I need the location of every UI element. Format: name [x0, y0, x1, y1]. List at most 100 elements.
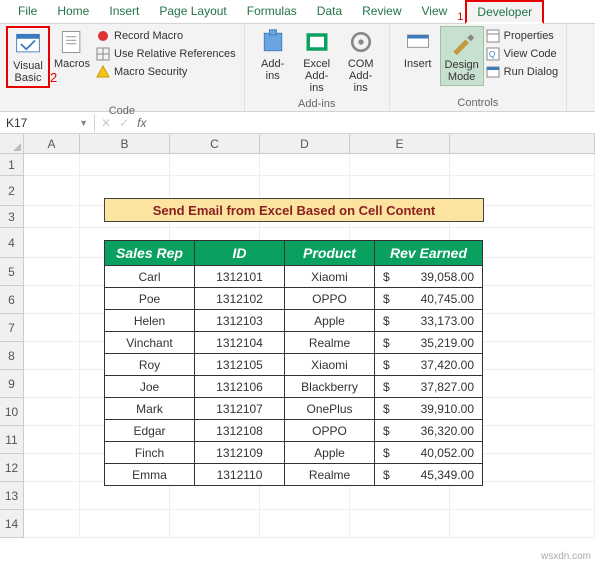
cell-product[interactable]: OPPO — [285, 288, 375, 310]
cell[interactable] — [24, 398, 80, 426]
row-header-13[interactable]: 13 — [0, 482, 24, 510]
cell-id[interactable]: 1312104 — [195, 332, 285, 354]
tab-view[interactable]: View — [412, 1, 458, 23]
run-dialog-button[interactable]: Run Dialog — [484, 64, 560, 80]
cell[interactable] — [350, 482, 450, 510]
row-header-12[interactable]: 12 — [0, 454, 24, 482]
cell-product[interactable]: Apple — [285, 310, 375, 332]
tab-pagelayout[interactable]: Page Layout — [149, 1, 236, 23]
row-header-6[interactable]: 6 — [0, 286, 24, 314]
cell[interactable] — [80, 154, 170, 176]
cell[interactable] — [350, 154, 450, 176]
cell[interactable] — [170, 154, 260, 176]
cell-rep[interactable]: Poe — [105, 288, 195, 310]
cell-id[interactable]: 1312101 — [195, 266, 285, 288]
tab-formulas[interactable]: Formulas — [237, 1, 307, 23]
macro-security-button[interactable]: Macro Security — [94, 64, 238, 80]
cell[interactable] — [450, 154, 595, 176]
cell[interactable] — [260, 482, 350, 510]
row-header-14[interactable]: 14 — [0, 510, 24, 538]
cell-id[interactable]: 1312109 — [195, 442, 285, 464]
cell-rev[interactable]: $40,745.00 — [375, 288, 483, 310]
chevron-down-icon[interactable]: ▼ — [79, 118, 88, 128]
cell[interactable] — [170, 482, 260, 510]
cancel-formula-icon[interactable]: ✕ — [101, 116, 111, 130]
tab-home[interactable]: Home — [47, 1, 99, 23]
tab-developer[interactable]: Developer — [465, 0, 544, 24]
select-all-corner[interactable] — [0, 134, 24, 154]
cell[interactable] — [450, 510, 595, 538]
cell[interactable] — [80, 510, 170, 538]
excel-addins-button[interactable]: Excel Add-ins — [295, 26, 339, 96]
properties-button[interactable]: Properties — [484, 28, 560, 44]
row-header-4[interactable]: 4 — [0, 228, 24, 258]
cell-product[interactable]: Xiaomi — [285, 354, 375, 376]
cell[interactable] — [260, 154, 350, 176]
row-header-7[interactable]: 7 — [0, 314, 24, 342]
design-mode-button[interactable]: Design Mode — [440, 26, 484, 86]
cell-rev[interactable]: $33,173.00 — [375, 310, 483, 332]
cell-rep[interactable]: Mark — [105, 398, 195, 420]
cell[interactable] — [450, 482, 595, 510]
insert-control-button[interactable]: Insert — [396, 26, 440, 72]
addins-button[interactable]: Add-ins — [251, 26, 295, 84]
cell-rev[interactable]: $35,219.00 — [375, 332, 483, 354]
cell[interactable] — [170, 510, 260, 538]
cell-product[interactable]: OnePlus — [285, 398, 375, 420]
header-product[interactable]: Product — [285, 241, 375, 266]
cell[interactable] — [260, 510, 350, 538]
cell-product[interactable]: Apple — [285, 442, 375, 464]
row-header-11[interactable]: 11 — [0, 426, 24, 454]
col-header-E[interactable]: E — [350, 134, 450, 154]
row-header-10[interactable]: 10 — [0, 398, 24, 426]
cell[interactable] — [24, 454, 80, 482]
cell-rep[interactable]: Joe — [105, 376, 195, 398]
cell-rep[interactable]: Vinchant — [105, 332, 195, 354]
cell[interactable] — [24, 228, 80, 258]
macros-button[interactable]: Macros — [50, 26, 94, 72]
cell-id[interactable]: 1312105 — [195, 354, 285, 376]
cell-id[interactable]: 1312103 — [195, 310, 285, 332]
row-header-3[interactable]: 3 — [0, 206, 24, 228]
col-header-D[interactable]: D — [260, 134, 350, 154]
col-header-C[interactable]: C — [170, 134, 260, 154]
cell-rev[interactable]: $45,349.00 — [375, 464, 483, 486]
tab-insert[interactable]: Insert — [99, 1, 149, 23]
cell-product[interactable]: Realme — [285, 464, 375, 486]
tab-file[interactable]: File — [8, 1, 47, 23]
cell-rep[interactable]: Carl — [105, 266, 195, 288]
cell-rep[interactable]: Helen — [105, 310, 195, 332]
cell-id[interactable]: 1312102 — [195, 288, 285, 310]
cell-id[interactable]: 1312106 — [195, 376, 285, 398]
cell[interactable] — [24, 482, 80, 510]
cell-product[interactable]: Blackberry — [285, 376, 375, 398]
cell-rep[interactable]: Finch — [105, 442, 195, 464]
cell[interactable] — [80, 482, 170, 510]
sheet-title-cell[interactable]: Send Email from Excel Based on Cell Cont… — [104, 198, 484, 222]
cell-rep[interactable]: Edgar — [105, 420, 195, 442]
cell-rep[interactable]: Emma — [105, 464, 195, 486]
header-sales-rep[interactable]: Sales Rep — [105, 241, 195, 266]
col-header-B[interactable]: B — [80, 134, 170, 154]
cell[interactable] — [24, 426, 80, 454]
cell-id[interactable]: 1312107 — [195, 398, 285, 420]
visual-basic-button[interactable]: Visual Basic — [6, 26, 50, 88]
row-header-2[interactable]: 2 — [0, 176, 24, 206]
cell-rev[interactable]: $36,320.00 — [375, 420, 483, 442]
cell-product[interactable]: Xiaomi — [285, 266, 375, 288]
header-rev-earned[interactable]: Rev Earned — [375, 241, 483, 266]
cell[interactable] — [24, 286, 80, 314]
cell[interactable] — [350, 510, 450, 538]
row-header-8[interactable]: 8 — [0, 342, 24, 370]
cell-rev[interactable]: $39,910.00 — [375, 398, 483, 420]
row-header-5[interactable]: 5 — [0, 258, 24, 286]
relative-refs-button[interactable]: Use Relative References — [94, 46, 238, 62]
cell-rev[interactable]: $37,827.00 — [375, 376, 483, 398]
cell[interactable] — [24, 154, 80, 176]
cell[interactable] — [24, 314, 80, 342]
header-id[interactable]: ID — [195, 241, 285, 266]
cell-rev[interactable]: $37,420.00 — [375, 354, 483, 376]
cell[interactable] — [24, 176, 80, 206]
cell[interactable] — [24, 370, 80, 398]
row-header-9[interactable]: 9 — [0, 370, 24, 398]
